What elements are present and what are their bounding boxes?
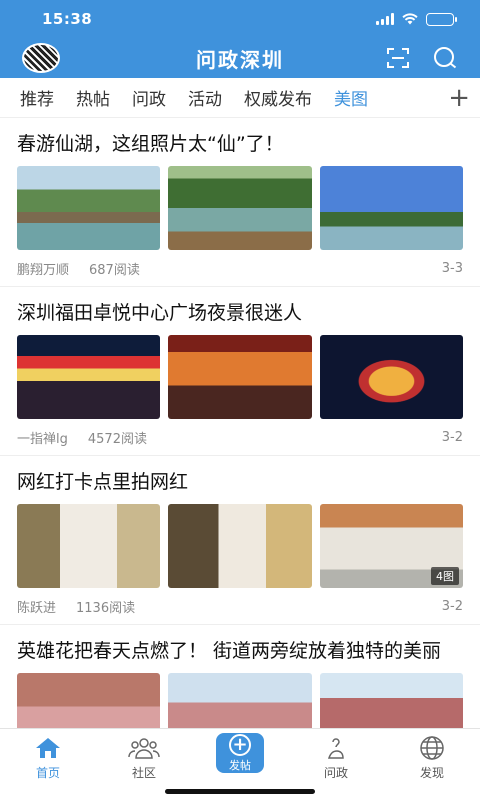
post-image[interactable] — [168, 166, 312, 250]
scan-icon[interactable] — [386, 47, 410, 69]
post-title[interactable]: 春游仙湖，这组照片太“仙”了！ — [17, 130, 463, 158]
category-tabs: 推荐 热帖 问政 活动 权威发布 美图 + — [0, 78, 480, 118]
tab-photos[interactable]: 美图 — [334, 85, 368, 110]
list-item[interactable]: 深圳福田卓悦中心广场夜景很迷人 一指禅lg 4572阅读 3-2 — [0, 287, 480, 456]
battery-icon — [426, 12, 457, 26]
post-image[interactable] — [319, 673, 463, 728]
nav-discover[interactable]: 发现 — [384, 729, 480, 800]
post-meta: 陈跃进 1136阅读 3-2 — [17, 588, 463, 624]
wifi-icon — [402, 10, 418, 29]
list-item[interactable]: 网红打卡点里拍网红 4图 陈跃进 1136阅读 3-2 — [0, 456, 480, 625]
post-title[interactable]: 网红打卡点里拍网红 — [17, 468, 463, 496]
status-icons — [376, 10, 457, 29]
post-button[interactable]: + 发帖 — [216, 733, 264, 773]
nav-label: 发帖 — [229, 758, 251, 772]
nav-label: 社区 — [131, 766, 156, 780]
post-date: 3-3 — [441, 260, 463, 276]
post-images — [17, 166, 463, 250]
post-author: 陈跃进 — [17, 600, 57, 616]
post-image[interactable] — [319, 335, 463, 419]
post-author: 一指禅lg — [17, 431, 68, 447]
signal-icon — [376, 13, 394, 25]
search-icon[interactable] — [432, 46, 458, 70]
add-tab-icon[interactable]: + — [448, 85, 470, 111]
nav-label: 首页 — [35, 766, 60, 780]
post-title[interactable]: 英雄花把春天点燃了！ 街道两旁绽放着独特的美丽 — [17, 637, 463, 665]
post-images — [17, 335, 463, 419]
list-item[interactable]: 英雄花把春天点燃了！ 街道两旁绽放着独特的美丽 — [0, 625, 480, 728]
post-reads: 1136阅读 — [76, 600, 136, 616]
post-feed: 春游仙湖，这组照片太“仙”了！ 鹏翔万顺 687阅读 3-3 深圳福田卓悦中心广… — [0, 118, 480, 728]
post-meta: 鹏翔万顺 687阅读 3-3 — [17, 250, 463, 286]
top-bar: 15:38 问政深圳 — [0, 0, 480, 78]
bottom-nav: 首页 社区 + 发帖 问政 发现 — [0, 728, 480, 800]
community-icon — [128, 735, 160, 761]
post-images — [17, 673, 463, 728]
post-image[interactable] — [319, 166, 463, 250]
post-images: 4图 — [17, 504, 463, 588]
nav-label: 问政 — [323, 766, 348, 780]
tab-official[interactable]: 权威发布 — [244, 85, 312, 110]
nav-home[interactable]: 首页 — [0, 729, 96, 800]
post-date: 3-2 — [441, 429, 463, 445]
home-icon — [34, 735, 62, 761]
post-meta: 一指禅lg 4572阅读 3-2 — [17, 419, 463, 455]
avatar[interactable] — [22, 43, 60, 73]
post-image[interactable] — [17, 673, 161, 728]
status-bar: 15:38 — [0, 0, 480, 38]
post-reads: 4572阅读 — [87, 431, 147, 447]
app-header: 问政深圳 — [0, 38, 480, 78]
post-reads: 687阅读 — [89, 262, 140, 278]
image-count-badge: 4图 — [430, 567, 459, 585]
post-image[interactable] — [168, 335, 312, 419]
tab-activity[interactable]: 活动 — [188, 85, 222, 110]
post-image[interactable] — [168, 504, 312, 588]
tab-hot[interactable]: 热帖 — [76, 85, 110, 110]
post-image[interactable]: 4图 — [319, 504, 463, 588]
header-actions — [386, 46, 458, 70]
discover-icon — [419, 735, 445, 761]
tab-inquiry[interactable]: 问政 — [132, 85, 166, 110]
status-time: 15:38 — [42, 10, 93, 28]
post-icon: + — [229, 733, 251, 756]
nav-label: 发现 — [419, 766, 444, 780]
post-image[interactable] — [168, 673, 312, 728]
post-date: 3-2 — [441, 598, 463, 614]
home-indicator — [165, 789, 315, 794]
post-image[interactable] — [17, 504, 161, 588]
tab-recommend[interactable]: 推荐 — [20, 85, 54, 110]
post-image[interactable] — [17, 335, 161, 419]
inquiry-icon — [325, 735, 347, 761]
post-title[interactable]: 深圳福田卓悦中心广场夜景很迷人 — [17, 299, 463, 327]
post-image[interactable] — [17, 166, 161, 250]
list-item[interactable]: 春游仙湖，这组照片太“仙”了！ 鹏翔万顺 687阅读 3-3 — [0, 118, 480, 287]
post-author: 鹏翔万顺 — [17, 262, 70, 278]
